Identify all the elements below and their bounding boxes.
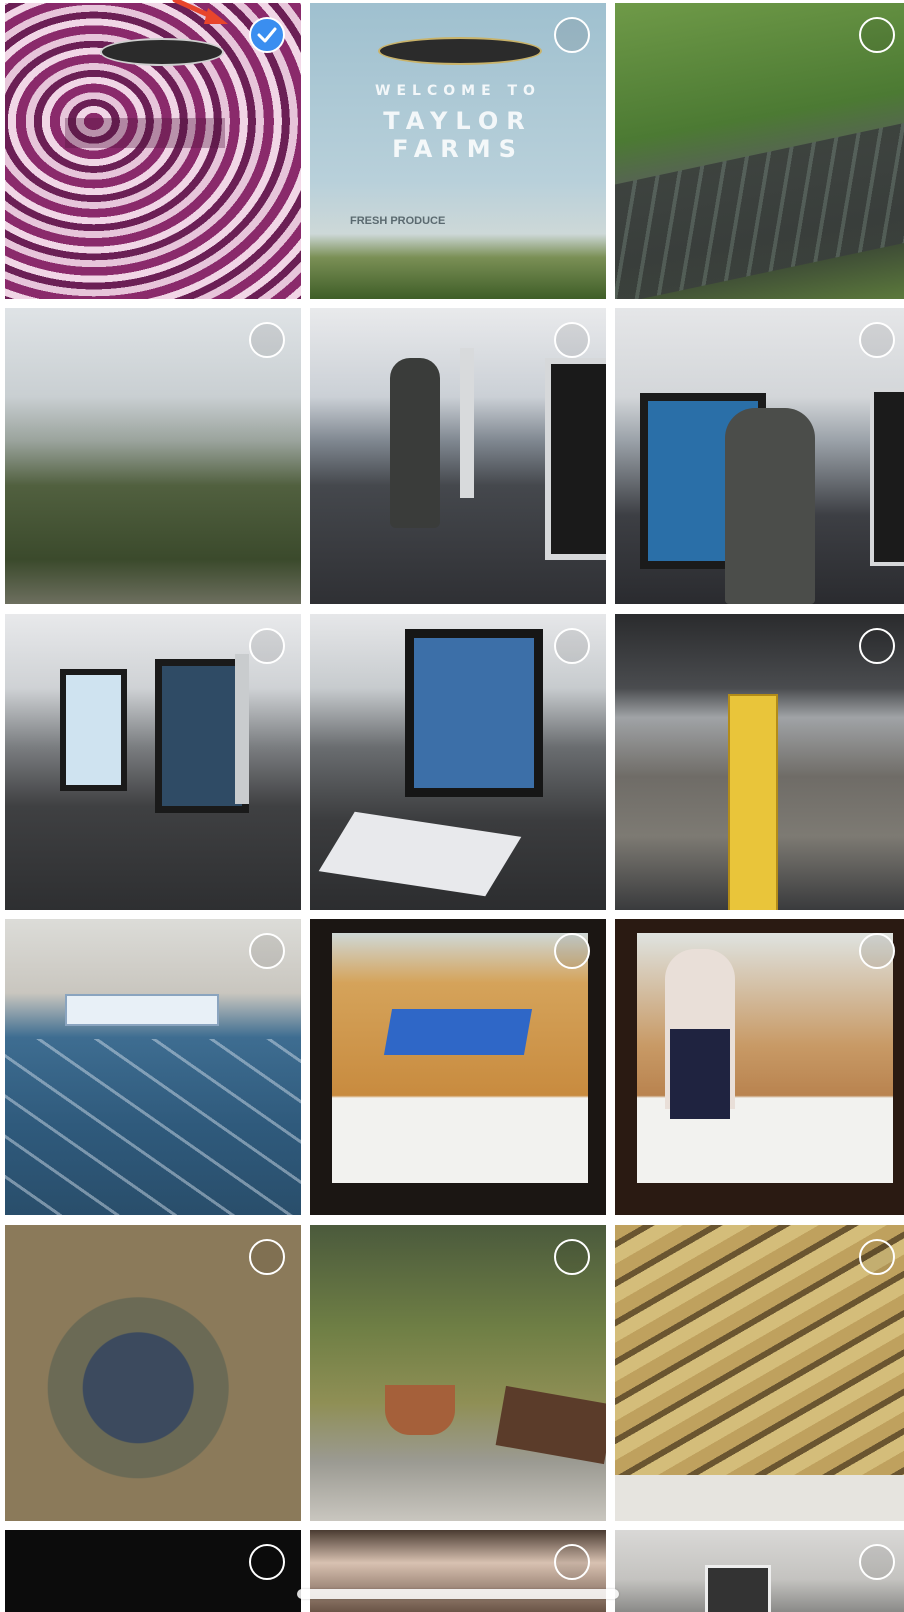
selection-circle-icon[interactable] xyxy=(249,1239,285,1275)
photo-tile-18[interactable] xyxy=(615,1530,904,1612)
photo-thumbnail xyxy=(615,1225,904,1521)
selection-circle-icon[interactable] xyxy=(859,1544,895,1580)
photo-thumbnail xyxy=(615,919,904,1215)
brand-line-1: TAYLOR xyxy=(383,107,533,135)
selection-circle-icon[interactable] xyxy=(859,628,895,664)
selection-circle-icon[interactable] xyxy=(554,322,590,358)
selection-circle-icon[interactable] xyxy=(554,628,590,664)
photo-thumbnail xyxy=(615,308,904,604)
welcome-text: WELCOME TO xyxy=(375,83,541,99)
selection-circle-icon[interactable] xyxy=(249,628,285,664)
photo-tile-11[interactable] xyxy=(310,919,606,1215)
photo-tile-13[interactable] xyxy=(5,1225,301,1521)
selection-circle-icon[interactable] xyxy=(859,1239,895,1275)
photo-tile-7[interactable] xyxy=(5,614,301,910)
photo-tile-14[interactable] xyxy=(310,1225,606,1521)
photo-tile-5[interactable] xyxy=(310,308,606,604)
photo-tile-12[interactable] xyxy=(615,919,904,1215)
photo-thumbnail xyxy=(615,3,904,299)
selection-checkmark-icon[interactable] xyxy=(249,17,285,53)
photo-tile-4[interactable] xyxy=(5,308,301,604)
selection-circle-icon[interactable] xyxy=(554,1239,590,1275)
photo-tile-17[interactable] xyxy=(310,1530,606,1612)
home-indicator[interactable] xyxy=(297,1589,619,1599)
annotation-arrow-icon xyxy=(172,0,228,24)
fresh-produce-badge: FRESH PRODUCE xyxy=(350,215,446,227)
photo-tile-2[interactable]: WELCOME TO TAYLOR FARMS FRESH PRODUCE xyxy=(310,3,606,299)
selection-circle-icon[interactable] xyxy=(249,322,285,358)
photo-tile-3[interactable] xyxy=(615,3,904,299)
photo-tile-1[interactable] xyxy=(5,3,301,299)
selection-circle-icon[interactable] xyxy=(554,17,590,53)
photo-tile-9[interactable] xyxy=(615,614,904,910)
selection-circle-icon[interactable] xyxy=(859,322,895,358)
selection-circle-icon[interactable] xyxy=(859,17,895,53)
photo-tile-10[interactable] xyxy=(5,919,301,1215)
photo-tile-16[interactable] xyxy=(5,1530,301,1612)
brand-line-2: FARMS xyxy=(392,135,524,163)
photo-tile-8[interactable] xyxy=(310,614,606,910)
selection-circle-icon[interactable] xyxy=(859,933,895,969)
photo-grid: WELCOME TO TAYLOR FARMS FRESH PRODUCE xyxy=(0,0,904,1612)
selection-circle-icon[interactable] xyxy=(249,1544,285,1580)
selection-circle-icon[interactable] xyxy=(249,933,285,969)
photo-thumbnail xyxy=(615,614,904,910)
selection-circle-icon[interactable] xyxy=(554,933,590,969)
photo-tile-15[interactable] xyxy=(615,1225,904,1521)
photo-tile-6[interactable] xyxy=(615,308,904,604)
selection-circle-icon[interactable] xyxy=(554,1544,590,1580)
